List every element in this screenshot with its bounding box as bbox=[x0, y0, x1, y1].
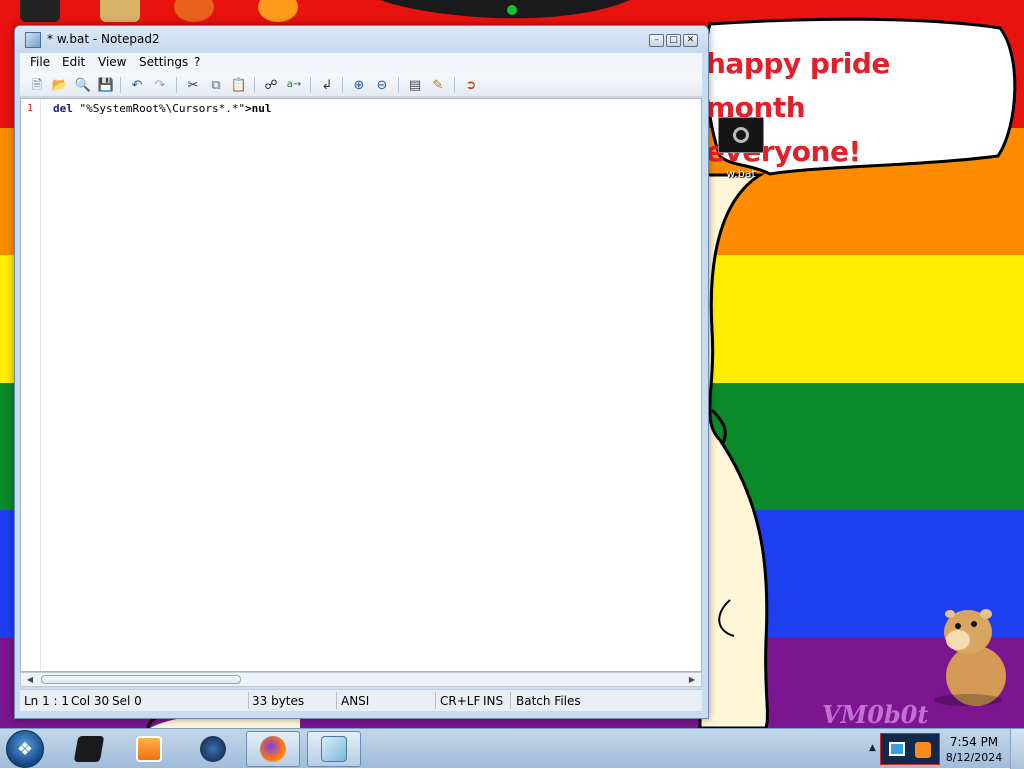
open-icon[interactable]: 📂 bbox=[51, 76, 69, 94]
network-icon[interactable] bbox=[889, 742, 905, 756]
menu-bar: File Edit View Settings ? bbox=[20, 53, 702, 73]
close-button[interactable]: ✕ bbox=[683, 34, 698, 47]
window-title: * w.bat - Notepad2 bbox=[47, 32, 160, 46]
scroll-left-icon[interactable]: ◀ bbox=[23, 673, 37, 686]
menu-settings[interactable]: Settings bbox=[135, 55, 192, 69]
desktop-shortcut-icon[interactable] bbox=[20, 0, 60, 22]
menu-view[interactable]: View bbox=[94, 55, 130, 69]
toolbar: 🗎 📂 🔍 💾 ↶ ↷ ✂ ⧉ 📋 ☍ a→ ↲ ⊕ ⊖ ▤ ✎ ➲ bbox=[20, 73, 702, 97]
notepad2-app-icon[interactable] bbox=[25, 32, 41, 48]
line-number: 1 bbox=[26, 103, 34, 114]
menu-edit[interactable]: Edit bbox=[58, 55, 89, 69]
menu-file[interactable]: File bbox=[26, 55, 54, 69]
clock-time[interactable]: 7:54 PM bbox=[948, 735, 1000, 749]
start-button[interactable]: ❖ bbox=[6, 730, 44, 768]
status-line-endings[interactable]: CR+LF bbox=[440, 694, 480, 708]
horizontal-scrollbar[interactable]: ◀ ▶ bbox=[20, 672, 702, 687]
status-position: Ln 1 : 1 bbox=[24, 694, 70, 708]
taskbar-notepad2[interactable] bbox=[307, 731, 361, 767]
code-redirect: >nul bbox=[245, 102, 272, 115]
show-desktop-button[interactable] bbox=[1010, 729, 1024, 769]
media-player-app-icon bbox=[136, 736, 162, 762]
exit-icon[interactable]: ➲ bbox=[462, 76, 480, 94]
save-icon[interactable]: 💾 bbox=[97, 76, 115, 94]
status-encoding[interactable]: ANSI bbox=[341, 694, 369, 708]
find-icon[interactable]: ☍ bbox=[262, 76, 280, 94]
taskbar: ❖ ▲ 7:54 PM 8/12/2024 bbox=[0, 728, 1024, 769]
status-scheme[interactable]: Batch Files bbox=[516, 694, 581, 708]
status-size: 33 bytes bbox=[252, 694, 305, 708]
select-scheme-icon[interactable]: ▤ bbox=[406, 76, 424, 94]
scrollbar-thumb[interactable] bbox=[41, 675, 241, 684]
show-hidden-icons-icon[interactable]: ▲ bbox=[869, 743, 876, 753]
notepad2-window[interactable]: * w.bat - Notepad2 – □ ✕ File Edit View … bbox=[14, 25, 709, 719]
status-bar: Ln 1 : 1 Col 30 Sel 0 33 bytes ANSI CR+L… bbox=[20, 689, 702, 711]
redo-icon[interactable]: ↷ bbox=[151, 76, 169, 94]
line-number-gutter: 1 bbox=[21, 99, 41, 671]
code-line[interactable]: del "%SystemRoot%\Cursors*.*">nul bbox=[53, 102, 272, 115]
copy-icon[interactable]: ⧉ bbox=[207, 76, 225, 94]
zoom-in-icon[interactable]: ⊕ bbox=[350, 76, 368, 94]
status-selection: Sel 0 bbox=[112, 694, 142, 708]
cut-icon[interactable]: ✂ bbox=[184, 76, 202, 94]
system-tray[interactable] bbox=[880, 733, 940, 765]
menu-help[interactable]: ? bbox=[190, 55, 204, 69]
title-bar[interactable]: * w.bat - Notepad2 – □ ✕ bbox=[15, 26, 708, 53]
taskbar-media-player[interactable] bbox=[122, 731, 176, 767]
new-file-icon[interactable]: 🗎 bbox=[28, 76, 46, 94]
terminal-app-icon bbox=[73, 736, 105, 762]
desktop-app-icon[interactable] bbox=[174, 0, 214, 22]
watermark-text: VM0b0t bbox=[822, 700, 929, 728]
taskbar-globe-browser[interactable] bbox=[186, 731, 240, 767]
paste-icon[interactable]: 📋 bbox=[230, 76, 248, 94]
desktop-icon-wbat[interactable]: w.bat bbox=[716, 117, 766, 180]
desktop-folder-icon[interactable] bbox=[100, 0, 140, 22]
scroll-right-icon[interactable]: ▶ bbox=[685, 673, 699, 686]
notepad2-app-icon bbox=[321, 736, 347, 762]
browser-globe-app-icon bbox=[200, 736, 226, 762]
batch-file-icon bbox=[718, 117, 764, 153]
status-insert-mode[interactable]: INS bbox=[483, 694, 503, 708]
browse-icon[interactable]: 🔍 bbox=[74, 76, 92, 94]
taskbar-terminal[interactable] bbox=[62, 731, 116, 767]
status-column: Col 30 bbox=[71, 694, 110, 708]
customize-scheme-icon[interactable]: ✎ bbox=[429, 76, 447, 94]
word-wrap-icon[interactable]: ↲ bbox=[318, 76, 336, 94]
clock-date[interactable]: 8/12/2024 bbox=[944, 751, 1004, 764]
replace-icon[interactable]: a→ bbox=[285, 76, 303, 94]
text-editor[interactable]: 1 del "%SystemRoot%\Cursors*.*">nul bbox=[20, 98, 702, 672]
volume-icon[interactable] bbox=[915, 742, 931, 758]
code-keyword: del bbox=[53, 102, 73, 115]
minimize-button[interactable]: – bbox=[649, 34, 664, 47]
maximize-button[interactable]: □ bbox=[666, 34, 681, 47]
firefox-app-icon bbox=[260, 736, 286, 762]
code-string: "%SystemRoot%\Cursors*.*" bbox=[72, 102, 246, 115]
taskbar-firefox[interactable] bbox=[246, 731, 300, 767]
undo-icon[interactable]: ↶ bbox=[128, 76, 146, 94]
hamster-image bbox=[934, 609, 1006, 706]
zoom-out-icon[interactable]: ⊖ bbox=[373, 76, 391, 94]
desktop-icon-label: w.bat bbox=[726, 167, 756, 180]
desktop-browser-icon[interactable] bbox=[258, 0, 298, 22]
windows-logo-icon: ❖ bbox=[16, 738, 34, 760]
